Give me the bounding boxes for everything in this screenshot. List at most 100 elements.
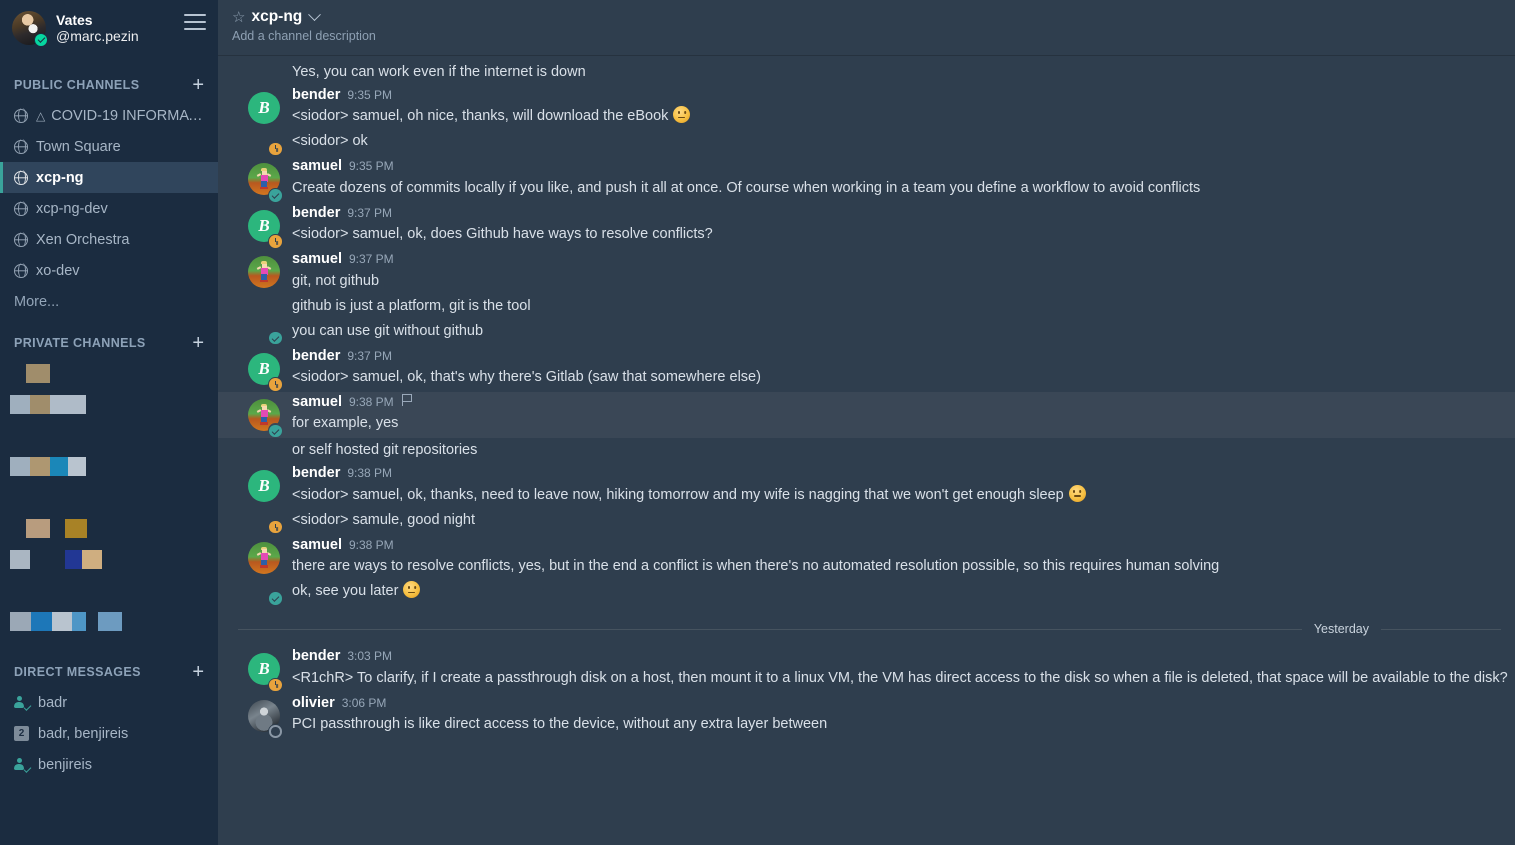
private-channel-redacted-row[interactable] xyxy=(0,358,218,389)
avatar[interactable]: B xyxy=(248,653,283,693)
message-text: <siodor> samuel, ok, thanks, need to lea… xyxy=(292,483,1501,508)
message-post[interactable]: Bbender 9:37 PM <siodor> samuel, ok, does … xyxy=(218,203,1515,250)
message-post[interactable]: Bbender 9:35 PM <siodor> samuel, oh nice, … xyxy=(218,85,1515,157)
dm-item-badr-benjireis[interactable]: 2 badr, benjireis xyxy=(0,718,218,749)
group-count-badge: 2 xyxy=(14,726,29,741)
more-channels-link[interactable]: More... xyxy=(0,286,218,314)
person-online-icon xyxy=(14,695,32,711)
star-icon[interactable]: ☆ xyxy=(232,10,245,25)
avatar[interactable]: B xyxy=(248,209,283,250)
emoji-slightly-smiling-face xyxy=(1068,484,1086,502)
redaction-block xyxy=(30,457,50,476)
message-author[interactable]: olivier xyxy=(292,695,335,712)
redaction-block xyxy=(26,519,50,538)
add-private-channel-button[interactable]: + xyxy=(192,333,204,353)
day-divider: Yesterday xyxy=(238,618,1501,640)
page-title[interactable]: xcp-ng xyxy=(251,8,302,26)
message-body: bender 9:35 PM <siodor> samuel, oh nice, t… xyxy=(280,87,1501,154)
avatar-bender[interactable]: B xyxy=(248,470,280,503)
globe-icon xyxy=(14,263,28,278)
chevron-down-icon[interactable] xyxy=(308,7,322,21)
private-channel-redacted-row[interactable] xyxy=(0,482,218,513)
avatar[interactable] xyxy=(248,541,283,607)
message-author[interactable]: samuel xyxy=(292,537,342,554)
message-post[interactable]: samuel 9:35 PM Create dozens of commits lo… xyxy=(218,156,1515,203)
avatar-bender[interactable]: B xyxy=(248,92,280,124)
private-channel-redacted-row[interactable] xyxy=(0,513,218,544)
avatar[interactable]: B xyxy=(248,352,283,392)
add-direct-message-button[interactable]: + xyxy=(192,662,204,682)
message-author[interactable]: samuel xyxy=(292,251,342,268)
sidebar-item-covid-19-information[interactable]: △ COVID-19 INFORMAT... xyxy=(0,100,218,131)
dm-item-benjireis[interactable]: benjireis xyxy=(0,749,218,780)
flag-icon[interactable] xyxy=(401,393,413,406)
message-author[interactable]: samuel xyxy=(292,394,342,411)
channel-label: COVID-19 INFORMAT... xyxy=(51,107,206,124)
avatar[interactable]: B xyxy=(248,92,283,157)
message-post[interactable]: Bbender 9:37 PM <siodor> samuel, ok, that'… xyxy=(218,346,1515,392)
avatar-samuel[interactable] xyxy=(248,541,280,574)
message-timestamp: 9:37 PM xyxy=(348,252,394,267)
hamburger-menu-icon[interactable] xyxy=(184,14,206,32)
sidebar-item-xcp-ng-dev[interactable]: xcp-ng-dev xyxy=(0,193,218,224)
message-body: samuel 9:35 PM Create dozens of commits lo… xyxy=(280,158,1501,200)
redaction-block xyxy=(82,550,102,569)
message-post[interactable]: Bbender 3:03 PM <R1chR> To clarify, if I c… xyxy=(218,646,1515,693)
avatar[interactable] xyxy=(248,256,283,346)
sidebar-item-xo-dev[interactable]: xo-dev xyxy=(0,255,218,286)
avatar[interactable] xyxy=(248,398,283,439)
message-text: <siodor> samule, good night xyxy=(292,511,475,528)
person-online-icon xyxy=(14,757,32,773)
redaction-block xyxy=(50,457,68,476)
private-channel-redacted-row[interactable] xyxy=(0,389,218,420)
private-channel-redacted-row[interactable] xyxy=(0,451,218,482)
sidebar-item-xcp-ng[interactable]: xcp-ng xyxy=(0,162,218,193)
dm-item-badr[interactable]: badr xyxy=(0,687,218,718)
message-author[interactable]: samuel xyxy=(292,158,342,175)
status-offline-icon xyxy=(268,723,283,739)
message-post[interactable]: olivier 3:06 PM PCI passthrough is like di… xyxy=(218,693,1515,739)
channel-label: xcp-ng-dev xyxy=(36,200,108,217)
message-author[interactable]: bender xyxy=(292,87,340,104)
message-author[interactable]: bender xyxy=(292,205,340,222)
avatar-samuel[interactable] xyxy=(248,256,280,289)
message-text: for example, yes xyxy=(292,415,399,432)
dm-label: badr xyxy=(38,694,68,711)
message-timestamp: 9:38 PM xyxy=(348,394,394,409)
message-meta: samuel 9:38 PM xyxy=(292,537,1501,554)
message-continuation[interactable]: or self hosted git repositories xyxy=(218,438,1515,463)
avatar[interactable] xyxy=(248,699,283,739)
message-body: bender 9:37 PM <siodor> samuel, ok, that's… xyxy=(280,348,1501,390)
redaction-block xyxy=(52,612,72,631)
private-channel-redacted-row[interactable] xyxy=(0,544,218,575)
private-channel-redacted-row[interactable] xyxy=(0,575,218,606)
sidebar-item-xen-orchestra[interactable]: Xen Orchestra xyxy=(0,224,218,255)
message-author[interactable]: bender xyxy=(292,348,340,365)
message-post[interactable]: samuel 9:38 PM for example, yes xyxy=(218,391,1515,439)
sidebar-item-town-square[interactable]: Town Square xyxy=(0,131,218,162)
message-continuation-top[interactable]: Yes, you can work even if the internet i… xyxy=(218,60,1515,85)
channel-header: ☆ xcp-ng Add a channel description xyxy=(218,0,1515,56)
message-text: <siodor> samuel, oh nice, thanks, will d… xyxy=(292,104,1501,129)
sidebar-header[interactable]: Vates @marc.pezin xyxy=(0,0,218,56)
globe-icon xyxy=(14,232,28,247)
message-post[interactable]: Bbender 9:38 PM <siodor> samuel, ok, thank… xyxy=(218,463,1515,535)
message-timestamp: 9:37 PM xyxy=(347,348,393,363)
private-channel-redacted-row[interactable] xyxy=(0,606,218,637)
message-text: git, not github xyxy=(292,272,380,289)
private-channel-redacted-row[interactable] xyxy=(0,420,218,451)
message-author[interactable]: bender xyxy=(292,465,340,482)
message-post[interactable]: samuel 9:37 PM git, not github github is ju… xyxy=(218,249,1515,346)
message-text: <siodor> ok xyxy=(292,133,368,150)
avatar[interactable] xyxy=(248,163,283,203)
message-post[interactable]: samuel 9:38 PM there are ways to resolve c… xyxy=(218,535,1515,607)
avatar[interactable] xyxy=(12,11,48,47)
channel-description-placeholder[interactable]: Add a channel description xyxy=(232,29,1501,43)
message-meta: bender 9:37 PM xyxy=(292,348,1501,365)
message-author[interactable]: bender xyxy=(292,648,340,665)
message-meta: bender 9:38 PM xyxy=(292,465,1501,482)
username: @marc.pezin xyxy=(56,28,139,44)
message-meta: bender 9:35 PM xyxy=(292,87,1501,104)
add-public-channel-button[interactable]: + xyxy=(192,75,204,95)
avatar[interactable]: B xyxy=(248,470,283,535)
